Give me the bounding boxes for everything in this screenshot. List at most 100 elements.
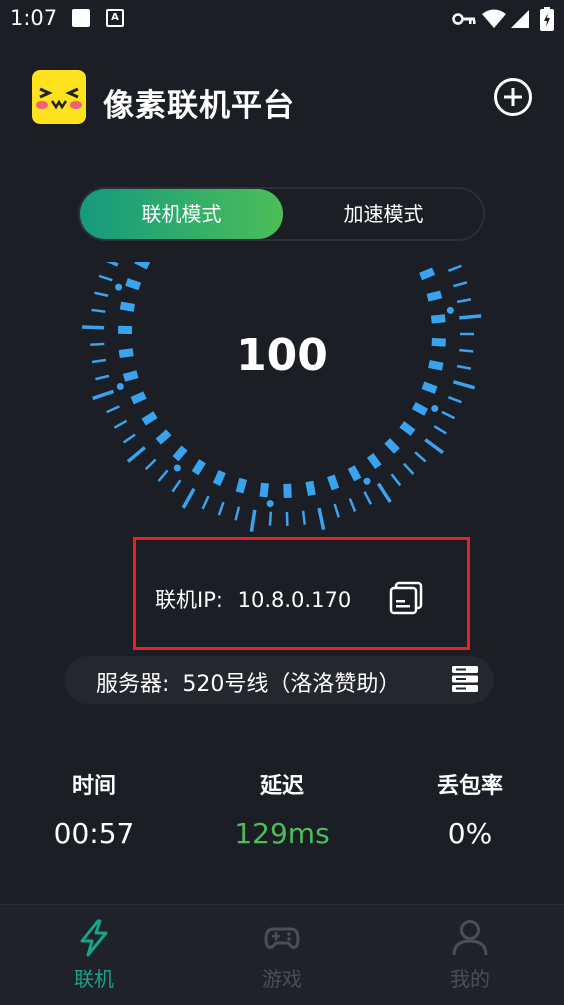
gauge-dot (364, 478, 371, 485)
gauge-outer-tick (457, 299, 471, 302)
gauge-outer-tick (203, 496, 209, 509)
signal-icon (510, 9, 530, 29)
gauge-outer-tick (442, 412, 455, 418)
ip-label: 联机IP: (155, 588, 223, 612)
gauge-inner-segment (402, 424, 413, 432)
gauge-dot (115, 284, 122, 291)
gauge-dot (174, 464, 181, 471)
server-value: 520号线（洛洛赞助） (182, 672, 400, 697)
app-logo (32, 70, 86, 124)
gauge-inner-segment (126, 282, 139, 286)
gauge-outer-tick (459, 350, 473, 351)
stat-packetloss-value: 0% (390, 817, 550, 850)
gauge-inner-segment (431, 318, 445, 319)
stat-time-label: 时间 (24, 768, 164, 800)
gauge-outer-tick (425, 440, 443, 453)
gauge-outer-tick (392, 474, 401, 485)
nav-item-games[interactable]: 游戏 (222, 905, 342, 1005)
gauge-inner-segment (387, 441, 397, 451)
gauge-outer-tick (415, 452, 425, 461)
gauge-inner-segment (263, 483, 265, 497)
gauge-outer-tick (457, 366, 471, 369)
gauge-outer-tick (99, 276, 112, 280)
gauge-outer-tick (335, 504, 339, 517)
tab-lianji-mode[interactable]: 联机模式 (80, 189, 283, 239)
gauge-outer-tick (128, 447, 145, 461)
status-bar: 1:07 A (0, 0, 564, 38)
a-notification-icon: A (106, 9, 124, 27)
gauge-outer-tick (303, 511, 305, 525)
gauge-dial (70, 262, 494, 562)
gauge-outer-tick (270, 512, 271, 526)
gauge-outer-tick (124, 435, 136, 443)
gauge-outer-tick (94, 293, 108, 296)
gauge-inner-segment (351, 467, 357, 479)
user-icon (452, 919, 488, 957)
gauge-outer-tick (251, 510, 254, 532)
gauge-inner-segment (175, 448, 184, 459)
gauge-inner-segment (136, 262, 148, 266)
app-notification-icon (72, 9, 90, 27)
ip-value: 10.8.0.170 (238, 588, 352, 612)
gauge-inner-segment (120, 306, 134, 308)
add-button[interactable] (492, 76, 534, 118)
gauge-inner-segment (119, 352, 133, 354)
gauge-outer-tick (448, 266, 461, 271)
gauge-outer-tick (93, 391, 114, 398)
battery-icon (540, 7, 554, 31)
gauge-inner-segment (428, 294, 442, 297)
gauge-outer-tick (404, 464, 414, 474)
nav-label-lianji: 联机 (34, 963, 154, 992)
gauge-inner-segment (124, 374, 137, 378)
gauge-outer-tick (459, 316, 481, 318)
gauge-dot (117, 383, 124, 390)
gauge-dot (447, 307, 454, 314)
gauge-outer-tick (183, 489, 194, 508)
gauge-outer-tick (98, 262, 118, 265)
gauge-outer-tick (92, 310, 106, 312)
gauge-outer-tick (90, 344, 104, 345)
gauge-inner-segment (414, 406, 426, 413)
gauge-inner-segment (432, 342, 446, 343)
gauge-outer-tick (92, 360, 106, 362)
server-list-icon[interactable] (450, 664, 480, 694)
stat-latency-label: 延迟 (212, 768, 352, 800)
lightning-icon (76, 919, 112, 957)
gauge-outer-tick (172, 480, 180, 491)
gauge-outer-tick (82, 327, 104, 328)
gauge-outer-tick (378, 484, 390, 502)
mode-switch: 联机模式 加速模式 (78, 187, 485, 241)
gauge-outer-tick (236, 507, 239, 521)
key-icon (452, 10, 476, 28)
gauge-outer-tick (146, 459, 156, 469)
gauge-dot (431, 405, 438, 412)
gauge-inner-segment (370, 455, 378, 466)
gauge-value: 100 (180, 330, 384, 381)
stat-latency-value: 129ms (202, 817, 362, 850)
server-label: 服务器: (96, 672, 169, 697)
gauge-inner-segment (132, 395, 145, 401)
gauge-outer-tick (219, 502, 224, 515)
nav-item-mine[interactable]: 我的 (410, 905, 530, 1005)
gauge-inner-segment (331, 476, 336, 489)
nav-item-lianji[interactable]: 联机 (34, 905, 154, 1005)
gauge-inner-segment (423, 385, 436, 390)
gauge-outer-tick (319, 508, 324, 530)
status-time: 1:07 (10, 6, 57, 30)
tab-accelerate-mode[interactable]: 加速模式 (282, 189, 485, 239)
gauge-outer-tick (364, 492, 370, 504)
gauge-inner-segment (144, 415, 156, 423)
app-title: 像素联机平台 (103, 80, 295, 125)
server-info: 服务器: 520号线（洛洛赞助） (96, 666, 400, 698)
bottom-nav: 联机 游戏 我的 (0, 904, 564, 1005)
gauge-inner-segment (240, 479, 244, 493)
wifi-icon (481, 9, 507, 29)
gauge-outer-tick (95, 376, 109, 379)
gauge-inner-segment (195, 461, 202, 473)
gauge-outer-tick (107, 406, 120, 412)
copy-icon[interactable] (388, 580, 424, 616)
gauge-outer-tick (434, 426, 446, 433)
gauge-inner-segment (309, 481, 312, 495)
gauge-dot (267, 500, 274, 507)
nav-label-mine: 我的 (410, 963, 530, 992)
